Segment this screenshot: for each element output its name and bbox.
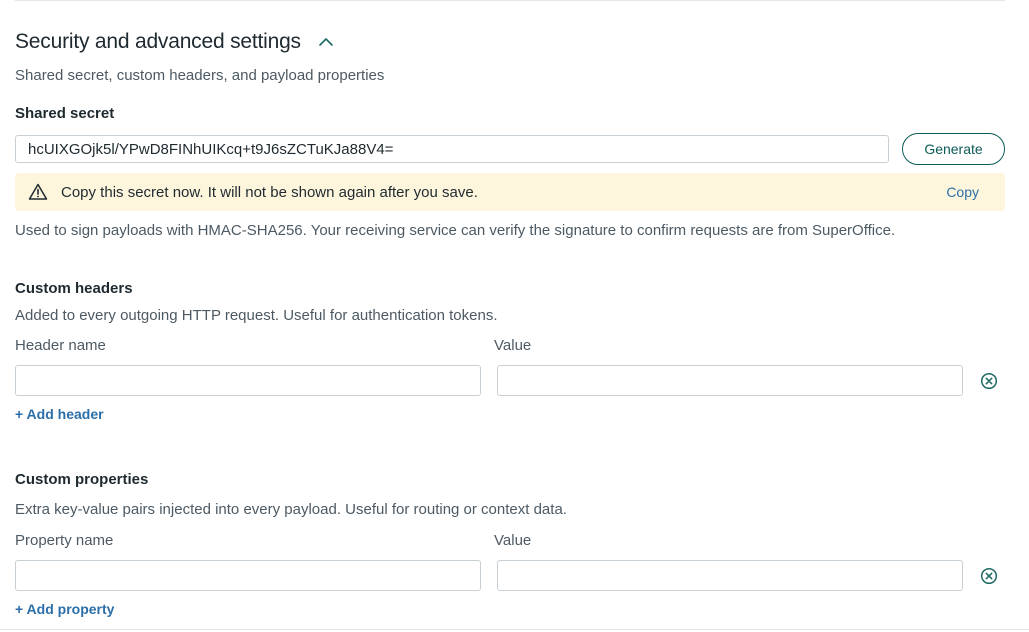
shared-secret-help: Used to sign payloads with HMAC-SHA256. … — [15, 222, 896, 239]
warning-text: Copy this secret now. It will not be sho… — [61, 183, 478, 201]
header-name-input[interactable] — [15, 365, 481, 396]
close-circle-icon — [980, 567, 998, 585]
property-name-input[interactable] — [15, 560, 481, 591]
bottom-divider — [0, 629, 1029, 630]
remove-property-button[interactable] — [979, 566, 999, 586]
custom-properties-help: Extra key-value pairs injected into ever… — [15, 501, 567, 518]
generate-button[interactable]: Generate — [902, 133, 1005, 165]
property-name-label: Property name — [15, 532, 114, 549]
section-subtitle: Shared secret, custom headers, and paylo… — [15, 67, 385, 84]
copy-secret-link[interactable]: Copy — [946, 184, 979, 200]
header-value-label: Value — [494, 337, 532, 354]
custom-headers-help: Added to every outgoing HTTP request. Us… — [15, 307, 498, 324]
property-value-input[interactable] — [497, 560, 963, 591]
add-header-link[interactable]: + Add header — [15, 406, 104, 422]
section-header: Security and advanced settings — [15, 30, 335, 54]
shared-secret-input[interactable] — [15, 135, 889, 163]
chevron-up-icon[interactable] — [317, 33, 335, 51]
remove-header-button[interactable] — [979, 371, 999, 391]
secret-warning-banner: Copy this secret now. It will not be sho… — [15, 173, 1005, 211]
add-property-link[interactable]: + Add property — [15, 601, 114, 617]
warning-triangle-icon — [28, 182, 48, 202]
shared-secret-label: Shared secret — [15, 105, 115, 122]
close-circle-icon — [980, 372, 998, 390]
section-title: Security and advanced settings — [15, 30, 301, 53]
header-name-label: Header name — [15, 337, 106, 354]
custom-headers-title: Custom headers — [15, 280, 133, 297]
custom-properties-title: Custom properties — [15, 471, 149, 488]
property-value-label: Value — [494, 532, 532, 549]
header-value-input[interactable] — [497, 365, 963, 396]
top-divider — [15, 0, 1005, 1]
